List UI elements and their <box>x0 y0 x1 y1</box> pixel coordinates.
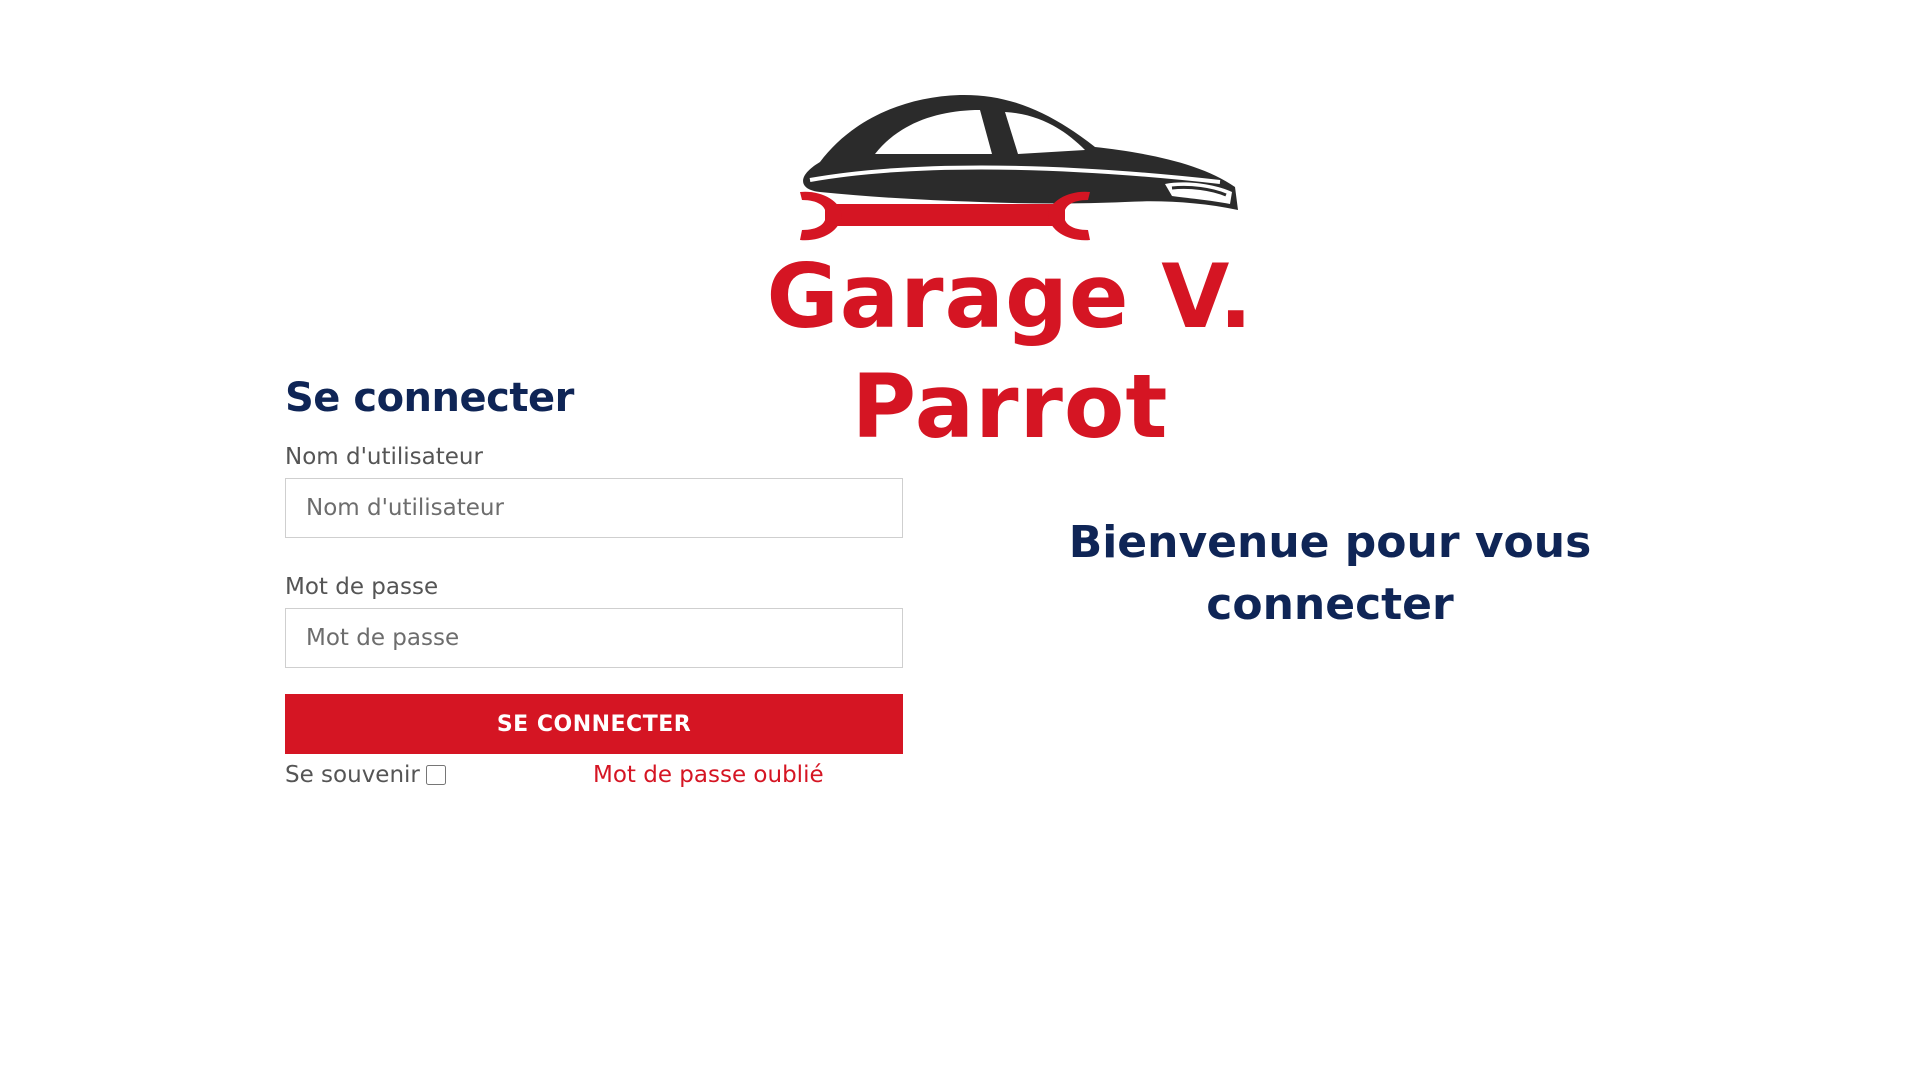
login-form: Se connecter Nom d'utilisateur Mot de pa… <box>285 370 903 798</box>
remember-checkbox[interactable] <box>425 765 446 785</box>
welcome-line-2: connecter <box>1206 579 1454 630</box>
login-title: Se connecter <box>285 375 574 421</box>
username-label: Nom d'utilisateur <box>285 444 483 470</box>
username-input[interactable] <box>285 478 903 538</box>
brand-logo: Garage V. Parrot <box>660 92 1360 458</box>
forgot-password-link[interactable]: Mot de passe oublié <box>593 762 824 788</box>
login-button[interactable]: SE CONNECTER <box>285 694 903 754</box>
login-options: Se souvenir Mot de passe oublié <box>285 762 903 798</box>
car-wrench-icon <box>800 94 1238 241</box>
password-input[interactable] <box>285 608 903 668</box>
password-label: Mot de passe <box>285 574 439 600</box>
welcome-line-1: Bienvenue pour vous <box>1068 517 1592 568</box>
login-page: Garage V. Parrot Se connecter Nom d'util… <box>0 0 1920 1080</box>
remember-me: Se souvenir <box>285 762 446 788</box>
remember-label: Se souvenir <box>285 762 420 788</box>
welcome-message: Bienvenue pour vous connecter <box>1060 512 1600 636</box>
